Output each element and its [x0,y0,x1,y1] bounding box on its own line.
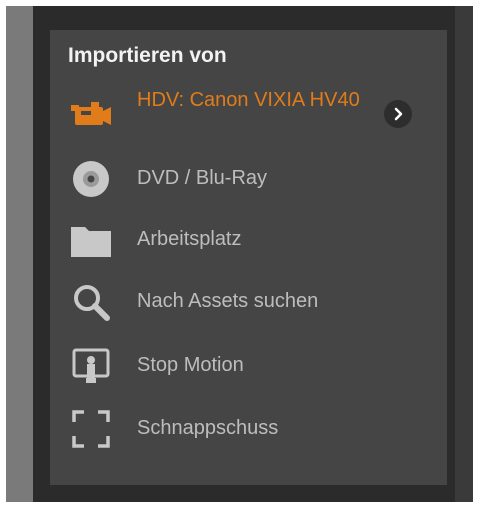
right-edge [455,6,473,502]
panel-title: Importieren von [68,44,227,67]
chevron-right-icon[interactable] [384,100,412,128]
source-item-hdv-camera[interactable]: HDV: Canon VIXIA HV40 [50,84,447,146]
source-item-stop-motion[interactable]: Stop Motion [50,339,447,397]
source-item-label: HDV: Canon VIXIA HV40 [137,89,360,111]
import-source-panel: Importieren von HDV: Canon VIXIA HV40 DV… [50,30,447,485]
disc-icon [66,154,116,204]
source-item-dvd[interactable]: DVD / Blu-Ray [50,152,447,210]
source-item-search-assets[interactable]: Nach Assets suchen [50,275,447,333]
source-item-label: Arbeitsplatz [137,228,242,250]
left-edge [6,6,33,502]
source-item-snapshot[interactable]: Schnappschuss [50,402,447,460]
source-item-label: DVD / Blu-Ray [137,167,268,189]
snapshot-icon [66,404,116,454]
source-item-label: Nach Assets suchen [137,290,319,312]
source-item-label: Schnappschuss [137,417,279,439]
source-item-label: Stop Motion [137,354,244,376]
source-item-workspace[interactable]: Arbeitsplatz [50,213,447,271]
video-camera-icon [66,90,116,140]
stop-motion-icon [66,341,116,391]
folder-icon [66,215,116,265]
search-icon [66,277,116,327]
